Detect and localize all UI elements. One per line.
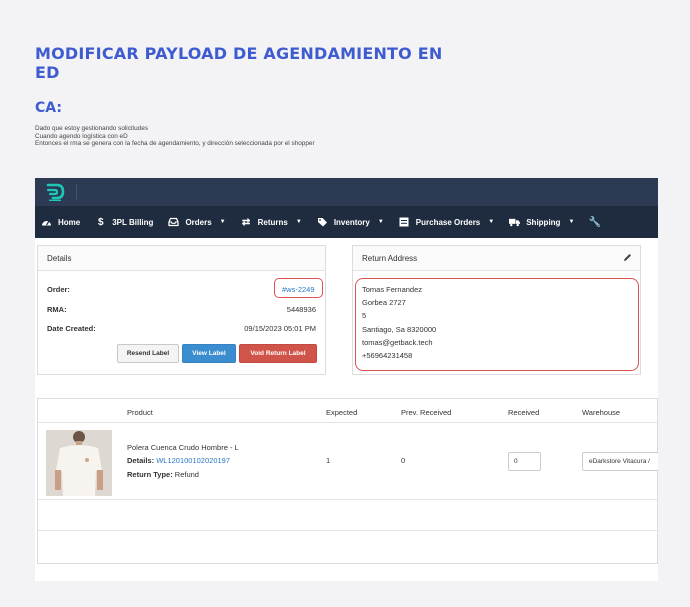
nav-label: Shipping xyxy=(526,217,561,227)
warehouse-select[interactable]: eDarkstore Vitacura / xyxy=(582,452,658,471)
criteria-line: Entonces el rma se genera con la fecha d… xyxy=(35,140,315,148)
order-label: Order: xyxy=(47,285,70,294)
expected-value: 1 xyxy=(326,456,331,465)
date-created-value: 09/15/2023 05:01 PM xyxy=(244,324,316,333)
pencil-icon[interactable] xyxy=(623,253,632,264)
wrench-icon: 🔧 xyxy=(588,216,602,228)
dollar-icon: $ xyxy=(97,216,104,228)
product-name: Polera Cuenca Crudo Hombre - L xyxy=(127,443,239,452)
nav-item-purchase-orders[interactable]: Purchase Orders ▼ xyxy=(399,217,494,228)
panel-title: Return Address xyxy=(362,253,418,263)
address-line: 5 xyxy=(362,311,367,321)
criteria-line: Dado que estoy gestionando solicitudes xyxy=(35,125,148,132)
inbox-icon xyxy=(168,217,180,228)
top-bar xyxy=(35,178,658,206)
truck-icon xyxy=(509,217,521,228)
address-line: +56964231458 xyxy=(362,351,413,361)
received-quantity-input[interactable]: 0 xyxy=(508,452,541,471)
column-header-expected: Expected xyxy=(326,408,358,417)
return-address-text: Tomas Fernandez Gorbea 2727 5 Santiago, … xyxy=(362,283,436,362)
panel-heading: Details xyxy=(38,246,325,271)
nav-item-settings[interactable]: 🔧 xyxy=(589,217,606,228)
nav-label: Inventory xyxy=(333,217,370,227)
chevron-down-icon: ▼ xyxy=(295,219,302,225)
resend-label-button[interactable]: Resend Label xyxy=(117,344,179,363)
exchange-icon: ⇄ xyxy=(241,216,251,228)
nav-label: Home xyxy=(58,217,81,227)
nav-label: 3PL Billing xyxy=(112,217,154,227)
app-screenshot: Home $ 3PL Billing Orders ▼ ⇄ Returns ▼ … xyxy=(35,178,658,581)
rma-value: 5448936 xyxy=(286,305,316,314)
column-header-warehouse: Warehouse xyxy=(582,408,621,417)
dashboard-icon xyxy=(41,217,52,228)
highlight-outline xyxy=(274,278,323,298)
divider xyxy=(38,530,657,531)
details-label: Details: xyxy=(127,456,155,465)
column-header-received: Received xyxy=(508,408,540,417)
criteria-line: Cuando agendo logística con eD xyxy=(35,132,128,140)
nav-item-3pl-billing[interactable]: $ 3PL Billing xyxy=(95,217,153,228)
nav-item-orders[interactable]: Orders ▼ xyxy=(168,217,226,228)
return-type-label: Return Type: xyxy=(127,470,173,479)
rma-label: RMA: xyxy=(47,305,67,314)
list-icon xyxy=(399,217,410,228)
return-address-panel: Return Address Tomas Fernandez Gorbea 27… xyxy=(352,245,641,375)
nav-item-inventory[interactable]: Inventory ▼ xyxy=(317,217,384,228)
column-header-product: Product xyxy=(127,408,153,417)
sku-link[interactable]: WL120100102020197 xyxy=(156,456,230,465)
divider xyxy=(76,184,77,200)
nav-label: Orders xyxy=(185,217,212,227)
return-items-table: Product Expected Prev. Received Received… xyxy=(37,398,658,564)
brand-logo-icon[interactable] xyxy=(44,182,66,202)
chevron-down-icon: ▼ xyxy=(377,219,384,225)
product-thumbnail xyxy=(46,430,112,496)
void-return-label-button[interactable]: Void Return Label xyxy=(239,344,317,363)
nav-item-returns[interactable]: ⇄ Returns ▼ xyxy=(241,217,302,228)
address-line: Gorbea 2727 xyxy=(362,298,406,308)
address-line: Santiago, Sa 8320000 xyxy=(362,324,437,334)
chevron-down-icon: ▼ xyxy=(568,219,575,225)
chevron-down-icon: ▼ xyxy=(488,219,495,225)
acceptance-criteria-label: CA: xyxy=(35,100,62,116)
chevron-down-icon: ▼ xyxy=(219,219,226,225)
doc-title: MODIFICAR PAYLOAD DE AGENDAMIENTO EN ED xyxy=(35,44,443,82)
return-type-value: Refund xyxy=(174,470,199,479)
divider xyxy=(38,499,657,500)
nav-item-shipping[interactable]: Shipping ▼ xyxy=(509,217,574,228)
column-header-prev-received: Prev. Received xyxy=(401,408,452,417)
nav-label: Returns xyxy=(257,217,288,227)
main-nav: Home $ 3PL Billing Orders ▼ ⇄ Returns ▼ … xyxy=(35,206,658,238)
return-type: Return Type: Refund xyxy=(127,470,199,479)
address-line: Tomas Fernandez xyxy=(362,285,423,294)
panel-heading: Return Address xyxy=(353,246,640,271)
tag-icon xyxy=(317,217,328,228)
address-line: tomas@getback.tech xyxy=(362,337,433,347)
product-details: Details: WL120100102020197 xyxy=(127,456,230,465)
nav-label: Purchase Orders xyxy=(415,217,481,227)
details-panel: Details Order: #ws-2249 RMA: 5448936 Dat… xyxy=(37,245,326,375)
prev-received-value: 0 xyxy=(401,456,406,465)
view-label-button[interactable]: View Label xyxy=(182,344,236,363)
date-created-label: Date Created: xyxy=(47,324,96,333)
divider xyxy=(38,422,657,423)
acceptance-criteria-text: Dado que estoy gestionando solicitudes C… xyxy=(35,125,315,148)
nav-item-home[interactable]: Home xyxy=(41,217,80,228)
